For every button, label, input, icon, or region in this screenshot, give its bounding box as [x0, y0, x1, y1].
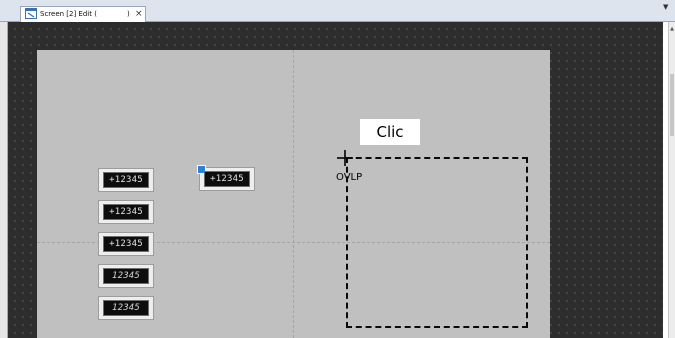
tab-screen-2-edit[interactable]: Screen [2] Edit () × [20, 6, 146, 22]
drag-selection-rectangle [346, 157, 528, 328]
numeric-display-part[interactable]: +12345 [98, 232, 154, 256]
selected-numeric-display-part[interactable]: +12345 [197, 165, 255, 191]
numeric-display-value: 12345 [103, 300, 149, 316]
tab-strip: Screen [2] Edit () × ▼ [0, 0, 675, 22]
numeric-display-value: +12345 [103, 172, 149, 188]
tab-title-suffix: ) [126, 10, 130, 18]
numeric-display-part[interactable]: 12345 [98, 264, 154, 288]
vertical-center-guide [293, 50, 294, 338]
numeric-display-value: +12345 [204, 171, 250, 187]
numeric-display-part[interactable]: +12345 [98, 168, 154, 192]
numeric-display-value: 12345 [103, 268, 149, 284]
scroll-up-icon[interactable]: ▲ [669, 26, 675, 32]
chevron-down-icon[interactable]: ▼ [663, 3, 668, 11]
tab-title: Screen [2] Edit ( [40, 10, 97, 18]
numeric-display-part[interactable]: +12345 [98, 200, 154, 224]
screen-edit-icon [25, 8, 37, 19]
vertical-scrollbar[interactable]: ▲ [668, 22, 675, 338]
tooltip-clic: Clic [360, 119, 420, 145]
numeric-display-part[interactable]: 12345 [98, 296, 154, 320]
numeric-display-value: +12345 [103, 236, 149, 252]
numeric-display-value: +12345 [103, 204, 149, 220]
scrollbar-thumb[interactable] [670, 74, 674, 136]
close-icon[interactable]: × [135, 7, 143, 22]
tab-label: Screen [2] Edit () [40, 7, 130, 22]
left-ruler [0, 22, 8, 338]
